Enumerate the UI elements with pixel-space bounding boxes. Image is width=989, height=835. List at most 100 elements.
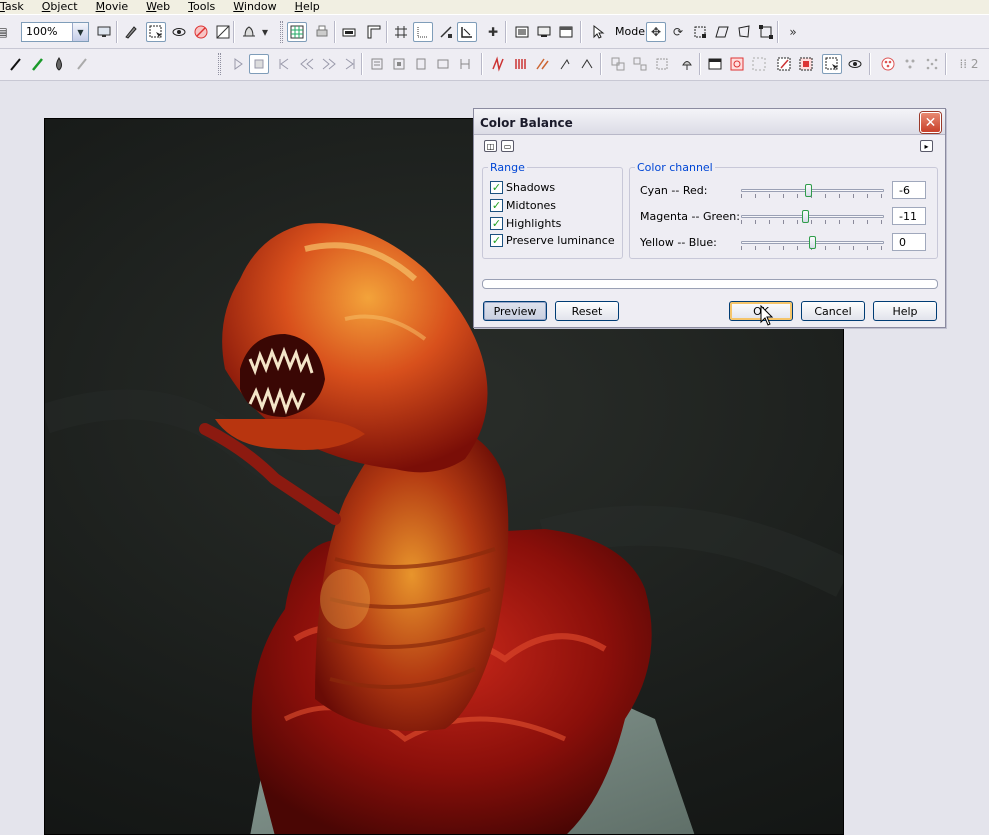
print-icon[interactable] — [312, 22, 332, 42]
eye-icon[interactable] — [845, 54, 865, 74]
effects-icon[interactable] — [488, 54, 508, 74]
rectangle-icon[interactable] — [339, 22, 359, 42]
transform-icon[interactable] — [436, 22, 456, 42]
highlights-checkbox[interactable]: ✓ — [490, 216, 503, 230]
preserve-luminance-checkbox[interactable]: ✓ — [490, 233, 503, 247]
pencil-icon[interactable] — [28, 54, 48, 74]
next-frame-icon[interactable] — [319, 54, 339, 74]
prev-frame-icon[interactable] — [297, 54, 317, 74]
yellow-blue-thumb[interactable] — [809, 236, 816, 249]
shadows-checkbox[interactable]: ✓ — [490, 180, 503, 194]
no-icon[interactable] — [191, 22, 211, 42]
reset-button[interactable]: Reset — [555, 301, 619, 321]
cyan-red-thumb[interactable] — [805, 184, 812, 197]
play-icon[interactable] — [228, 54, 248, 74]
group-icon[interactable] — [608, 54, 628, 74]
ungroup-icon[interactable] — [630, 54, 650, 74]
browser-icon[interactable] — [556, 22, 576, 42]
lamp-icon[interactable] — [677, 54, 697, 74]
cancel-button[interactable]: Cancel — [801, 301, 865, 321]
menu-help[interactable]: Help — [295, 1, 329, 13]
frame-icon[interactable] — [455, 54, 475, 74]
distort-icon[interactable] — [734, 22, 754, 42]
cyan-red-slider[interactable] — [741, 184, 884, 198]
brush-icon[interactable] — [6, 54, 26, 74]
menu-window[interactable]: Window — [233, 1, 285, 13]
mask-edit-icon[interactable] — [774, 54, 794, 74]
pointer-icon[interactable] — [588, 22, 608, 42]
crop-icon[interactable] — [213, 22, 233, 42]
rotate-icon[interactable]: ⟳ — [668, 22, 688, 42]
help-button[interactable]: Help — [873, 301, 937, 321]
mask-icon[interactable] — [705, 54, 725, 74]
resize-icon[interactable] — [690, 22, 710, 42]
shadows-checkbox-row[interactable]: ✓ Shadows — [490, 180, 555, 194]
zoom-select[interactable]: 100% ▼ — [21, 22, 89, 42]
plus-icon[interactable]: ✚ — [483, 22, 503, 42]
menu-movie[interactable]: Movie — [96, 1, 138, 13]
highlights-checkbox-row[interactable]: ✓ Highlights — [490, 216, 561, 230]
grid-icon[interactable] — [287, 22, 307, 42]
forward-icon[interactable]: » — [783, 22, 803, 42]
color-icon[interactable] — [510, 54, 530, 74]
yellow-blue-slider[interactable] — [741, 236, 884, 250]
frame-icon[interactable] — [367, 54, 387, 74]
toolbar-grip[interactable] — [280, 21, 283, 43]
dots-icon[interactable] — [900, 54, 920, 74]
toolbar-grip[interactable] — [218, 53, 221, 75]
menu-task[interactable]: Task — [0, 1, 33, 13]
monitor-icon[interactable] — [534, 22, 554, 42]
snap-icon[interactable] — [413, 22, 433, 42]
chevron-down-icon[interactable]: ▼ — [72, 23, 88, 41]
expand-arrow-icon[interactable]: ▸ — [920, 140, 933, 152]
preserve-luminance-checkbox-row[interactable]: ✓ Preserve luminance — [490, 233, 615, 247]
magenta-green-value-field[interactable]: -11 — [892, 207, 926, 225]
cyan-red-value-field[interactable]: -6 — [892, 181, 926, 199]
preview-monitor-icon[interactable] — [94, 22, 114, 42]
palette-icon[interactable] — [878, 54, 898, 74]
magenta-green-thumb[interactable] — [802, 210, 809, 223]
drop-icon[interactable] — [49, 54, 69, 74]
dialog-titlebar[interactable]: Color Balance ✕ — [474, 109, 945, 135]
guides-icon[interactable] — [391, 22, 411, 42]
magenta-green-slider[interactable] — [741, 210, 884, 224]
midtones-checkbox[interactable]: ✓ — [490, 198, 503, 212]
skew-icon[interactable] — [712, 22, 732, 42]
effects-icon[interactable] — [532, 54, 552, 74]
mask-fill-icon[interactable] — [796, 54, 816, 74]
envelope-icon[interactable] — [756, 22, 776, 42]
eye-icon[interactable] — [169, 22, 189, 42]
eraser-icon[interactable] — [72, 54, 92, 74]
menu-object[interactable]: Object — [42, 1, 87, 13]
chevron-down-icon[interactable]: ▾ — [259, 22, 271, 42]
first-frame-icon[interactable] — [274, 54, 294, 74]
layers-icon[interactable]: ▤ — [0, 22, 12, 42]
frame-icon[interactable] — [433, 54, 453, 74]
ruler-icon[interactable] — [364, 22, 384, 42]
close-icon[interactable]: ✕ — [920, 112, 941, 133]
combine-icon[interactable] — [652, 54, 672, 74]
midtones-checkbox-row[interactable]: ✓ Midtones — [490, 198, 556, 212]
menu-web[interactable]: Web — [146, 1, 179, 13]
single-view-icon[interactable]: ▭ — [501, 140, 514, 152]
window-icon[interactable] — [512, 22, 532, 42]
frame-count-icon[interactable]: ⁞⁞ 2 — [951, 54, 987, 74]
clear-icon[interactable] — [749, 54, 769, 74]
dots-icon[interactable] — [922, 54, 942, 74]
frame-icon[interactable] — [411, 54, 431, 74]
frame-icon[interactable] — [389, 54, 409, 74]
no-icon[interactable] — [727, 54, 747, 74]
menu-tools[interactable]: Tools — [188, 1, 224, 13]
bell-icon[interactable] — [239, 22, 259, 42]
move-icon[interactable]: ✥ — [646, 22, 666, 42]
yellow-blue-value-field[interactable]: 0 — [892, 233, 926, 251]
effects-icon[interactable] — [555, 54, 575, 74]
select-icon[interactable] — [146, 22, 166, 42]
preview-button[interactable]: Preview — [483, 301, 547, 321]
pen-tool-icon[interactable] — [121, 22, 141, 42]
effects-icon[interactable] — [577, 54, 597, 74]
last-frame-icon[interactable] — [340, 54, 360, 74]
split-view-icon[interactable]: ◫ — [484, 140, 497, 152]
stop-icon[interactable] — [249, 54, 269, 74]
select-icon[interactable] — [822, 54, 842, 74]
